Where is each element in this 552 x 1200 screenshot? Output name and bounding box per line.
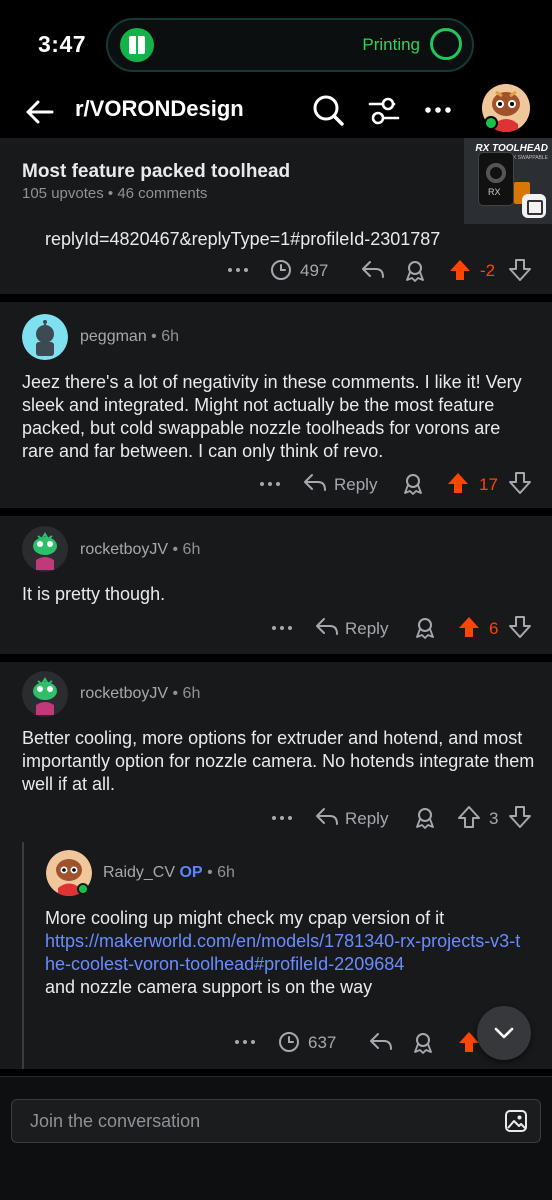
award-ribbon-icon[interactable] bbox=[404, 259, 426, 283]
vote-count: 17 bbox=[479, 475, 498, 494]
comment-meta: Raidy_CV OP • 6h bbox=[103, 864, 235, 882]
comment-divider bbox=[0, 1069, 552, 1076]
comment-body: More cooling up might check my cpap vers… bbox=[45, 907, 525, 999]
more-options-icon[interactable] bbox=[270, 808, 294, 828]
meta-separator: • bbox=[151, 328, 162, 345]
award-ribbon-icon[interactable] bbox=[412, 1031, 434, 1055]
upvote-icon[interactable] bbox=[448, 258, 472, 282]
nav-bar: r/VORONDesign bbox=[0, 84, 552, 138]
more-icon[interactable] bbox=[418, 90, 458, 130]
comment-count: 46 comments bbox=[117, 185, 208, 202]
comment-link[interactable]: https://makerworld.com/en/models/1781340… bbox=[45, 930, 525, 976]
toolhead-fan bbox=[486, 163, 506, 183]
scroll-down-button[interactable] bbox=[477, 1006, 531, 1060]
comment-age: 6h bbox=[182, 541, 201, 558]
search-icon[interactable] bbox=[308, 90, 348, 130]
comment-text: More cooling up might check my cpap vers… bbox=[45, 908, 445, 928]
comment-body: Jeez there's a lot of negativity in thes… bbox=[22, 372, 522, 461]
award-count: 497 bbox=[300, 261, 329, 280]
meta-separator: • bbox=[172, 541, 183, 558]
filter-icon[interactable] bbox=[364, 90, 404, 130]
award-ribbon-icon[interactable] bbox=[402, 472, 424, 496]
back-arrow-icon[interactable] bbox=[20, 92, 60, 132]
downvote-icon[interactable] bbox=[508, 805, 532, 829]
status-time: 3:47 bbox=[38, 31, 87, 57]
reply-arrow-icon[interactable] bbox=[360, 259, 386, 281]
upvote-icon[interactable] bbox=[446, 471, 470, 495]
chevron-down-icon bbox=[494, 1027, 514, 1039]
comment-body: Better cooling, more options for extrude… bbox=[22, 728, 535, 794]
comment-body: It is pretty though. bbox=[22, 584, 166, 604]
more-options-icon[interactable] bbox=[226, 260, 250, 280]
comment-username[interactable]: Raidy_CV bbox=[103, 864, 175, 881]
image-upload-icon[interactable] bbox=[504, 1109, 528, 1133]
post-header[interactable]: Most feature packed toolhead 105 upvotes… bbox=[0, 138, 552, 226]
comment-divider bbox=[0, 654, 552, 662]
meta-separator: • bbox=[107, 185, 118, 202]
reply-arrow-icon[interactable] bbox=[314, 806, 340, 828]
comment-text: and nozzle camera support is on the way bbox=[45, 977, 373, 997]
toolhead-image: RX bbox=[478, 152, 514, 206]
comment-composer[interactable] bbox=[11, 1099, 541, 1143]
post-title: Most feature packed toolhead bbox=[22, 161, 291, 182]
more-options-icon[interactable] bbox=[233, 1032, 257, 1052]
reply-arrow-icon[interactable] bbox=[314, 616, 340, 638]
online-status-dot bbox=[484, 116, 498, 130]
upvote-count: 105 upvotes bbox=[22, 185, 104, 202]
comment-age: 6h bbox=[161, 328, 180, 345]
reply-button[interactable]: Reply bbox=[345, 619, 388, 639]
upvote-icon[interactable] bbox=[457, 615, 481, 639]
comment-age: 6h bbox=[217, 864, 235, 881]
toolhead-mark: RX bbox=[488, 187, 501, 197]
downvote-icon[interactable] bbox=[508, 471, 532, 495]
printing-status: Printing bbox=[362, 35, 420, 54]
composer-area bbox=[0, 1076, 552, 1200]
award-ribbon-icon[interactable] bbox=[414, 616, 436, 640]
reply-arrow-icon[interactable] bbox=[302, 472, 328, 494]
downvote-icon[interactable] bbox=[508, 615, 532, 639]
reply-arrow-icon[interactable] bbox=[368, 1031, 394, 1053]
printer-app-icon bbox=[120, 28, 154, 62]
comment-meta: peggman • 6h bbox=[80, 328, 179, 346]
thread-line[interactable] bbox=[22, 842, 24, 1076]
vote-count: -2 bbox=[480, 261, 496, 280]
online-status-dot bbox=[77, 883, 89, 895]
reply-button[interactable]: Reply bbox=[334, 475, 377, 495]
downvote-icon[interactable] bbox=[508, 258, 532, 282]
comment-meta: rocketboyJV • 6h bbox=[80, 685, 200, 703]
more-options-icon[interactable] bbox=[270, 618, 294, 638]
status-bar: 3:47 Printing bbox=[0, 0, 552, 86]
comment-meta: rocketboyJV • 6h bbox=[80, 541, 200, 559]
vote-count: 6 bbox=[489, 619, 499, 638]
more-options-icon[interactable] bbox=[258, 474, 282, 494]
avatar[interactable] bbox=[22, 314, 68, 360]
post-meta: 105 upvotes • 46 comments bbox=[22, 185, 207, 202]
comment-link[interactable]: replyId=4820467&replyType=1#profileId-23… bbox=[45, 228, 545, 251]
comment-divider bbox=[0, 294, 552, 302]
gallery-icon[interactable] bbox=[522, 194, 546, 218]
award-icon[interactable] bbox=[270, 259, 292, 281]
meta-separator: • bbox=[172, 685, 183, 702]
post-thumbnail[interactable]: RX TOOLHEAD V QUICK SWAPPABLE RX bbox=[464, 138, 552, 224]
comments-feed[interactable]: replyId=4820467&replyType=1#profileId-23… bbox=[0, 226, 552, 1076]
reply-button[interactable]: Reply bbox=[345, 809, 388, 829]
vote-count: 3 bbox=[489, 809, 499, 828]
upvote-icon[interactable] bbox=[457, 805, 481, 829]
op-badge: OP bbox=[179, 864, 203, 881]
avatar[interactable] bbox=[22, 526, 68, 572]
comment-age: 6h bbox=[182, 685, 201, 702]
award-icon[interactable] bbox=[278, 1031, 300, 1053]
award-count: 637 bbox=[308, 1033, 337, 1052]
comment-username[interactable]: rocketboyJV bbox=[80, 685, 168, 702]
avatar[interactable] bbox=[22, 671, 68, 717]
comment-username[interactable]: rocketboyJV bbox=[80, 541, 168, 558]
award-ribbon-icon[interactable] bbox=[414, 806, 436, 830]
comment-input[interactable] bbox=[30, 1100, 480, 1142]
comment-username[interactable]: peggman bbox=[80, 328, 147, 345]
comment-divider bbox=[0, 508, 552, 516]
subreddit-title[interactable]: r/VORONDesign bbox=[75, 96, 244, 122]
meta-separator: • bbox=[207, 864, 218, 881]
dynamic-island[interactable]: Printing bbox=[106, 18, 474, 72]
progress-ring-icon bbox=[430, 28, 462, 60]
